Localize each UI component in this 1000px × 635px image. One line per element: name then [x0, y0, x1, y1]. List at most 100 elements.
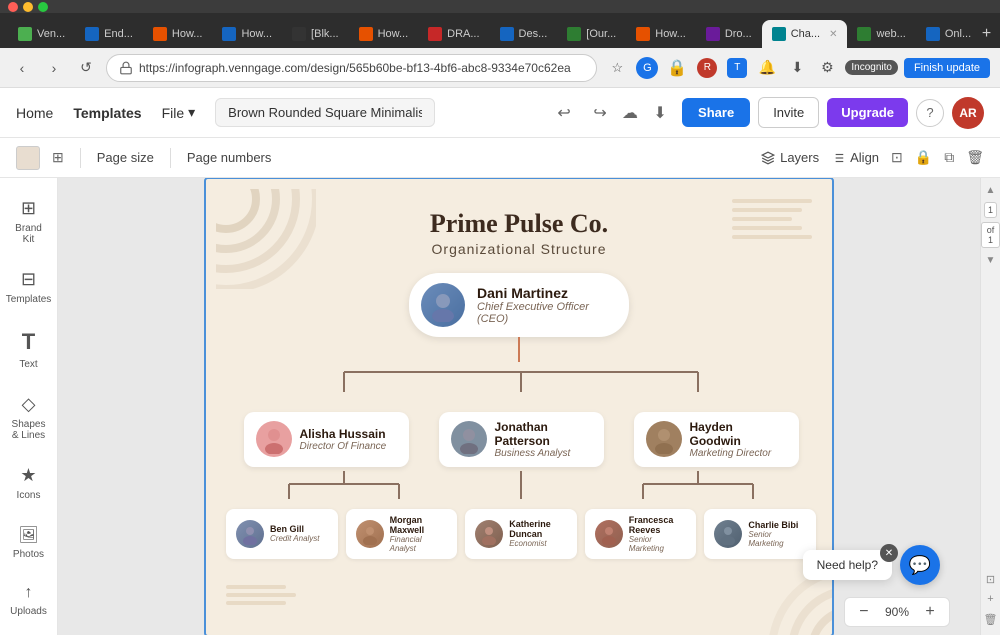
level2-row: Alisha Hussain Director Of Finance [226, 412, 816, 467]
align-button[interactable]: Align [831, 150, 879, 165]
help-button[interactable]: ? [916, 99, 944, 127]
page-current: 1 [984, 202, 997, 218]
profile-icon[interactable]: G [635, 56, 659, 80]
settings-icon[interactable]: ⚙ [815, 56, 839, 80]
zoom-plus-button[interactable]: + [919, 601, 941, 623]
resize-icon[interactable]: ⊡ [891, 149, 903, 166]
tab-our[interactable]: [Our... [557, 20, 626, 48]
deco-arcs [216, 189, 316, 294]
right-trash-icon[interactable]: 🗑 [983, 611, 999, 627]
tab-web[interactable]: web... [847, 20, 915, 48]
katherine-avatar [475, 520, 503, 548]
help-text-container: Need help? ✕ [803, 550, 892, 580]
page-size-label[interactable]: Page size [97, 150, 154, 165]
minimize-dot[interactable] [23, 2, 33, 12]
tab-onl[interactable]: Onl... [916, 20, 981, 48]
new-tab-button[interactable]: + [981, 20, 992, 48]
hayden-name: Hayden Goodwin [690, 420, 787, 448]
sidebar-item-shapes[interactable]: ◇ Shapes & Lines [5, 386, 53, 449]
copy-icon[interactable]: ⧉ [944, 149, 954, 166]
extension-icon3[interactable]: T [725, 56, 749, 80]
tab-how4[interactable]: How... [626, 20, 696, 48]
tab-dra[interactable]: DRA... [418, 20, 489, 48]
tab-blk[interactable]: [Blk... [282, 20, 349, 48]
forward-button[interactable]: › [42, 56, 66, 80]
jonathan-title: Business Analyst [495, 448, 592, 459]
org-chart-canvas[interactable]: Prime Pulse Co. Organizational Structure… [204, 178, 834, 635]
sidebar-item-templates[interactable]: ⊟ Templates [5, 261, 53, 313]
delete-icon[interactable]: 🗑 [966, 149, 984, 166]
tab-des[interactable]: Des... [490, 20, 558, 48]
canvas-area[interactable]: Prime Pulse Co. Organizational Structure… [58, 178, 980, 635]
color-picker[interactable] [16, 146, 40, 170]
morgan-info: Morgan Maxwell Financial Analyst [390, 515, 448, 553]
sidebar-item-icons[interactable]: ★ Icons [5, 457, 53, 509]
url-bar[interactable]: https://infograph.venngage.com/design/56… [106, 54, 597, 82]
card-morgan[interactable]: Morgan Maxwell Financial Analyst [346, 509, 458, 559]
doc-title-input[interactable] [215, 98, 435, 127]
scroll-down-button[interactable]: ▼ [983, 252, 999, 268]
francesca-avatar [595, 520, 623, 548]
user-avatar[interactable]: AR [952, 97, 984, 129]
extension-icon2[interactable]: R [695, 56, 719, 80]
grid-icon[interactable]: ⊞ [52, 149, 64, 166]
download-button[interactable]: ⬇ [646, 99, 674, 127]
ceo-title: Chief Executive Officer (CEO) [477, 301, 609, 325]
scroll-up-button[interactable]: ▲ [983, 182, 999, 198]
sidebar-item-uploads[interactable]: ↑ Uploads [5, 576, 53, 625]
extension-icon4[interactable]: 🔔 [755, 56, 779, 80]
right-copy-icon[interactable]: ⊡ [983, 571, 999, 587]
card-francesca[interactable]: Francesca Reeves Senior Marketing [585, 509, 697, 559]
nav-file[interactable]: File ▾ [162, 104, 196, 121]
address-bar: ‹ › ↺ https://infograph.venngage.com/des… [0, 48, 1000, 88]
card-katherine[interactable]: Katherine Duncan Economist [465, 509, 577, 559]
help-close-button[interactable]: ✕ [880, 544, 898, 562]
nav-templates[interactable]: Templates [73, 105, 141, 121]
left-sidebar: ⊞ Brand Kit ⊟ Templates T Text ◇ Shapes … [0, 178, 58, 635]
nav-home[interactable]: Home [16, 105, 53, 121]
upgrade-button[interactable]: Upgrade [827, 98, 908, 127]
card-charlie[interactable]: Charlie Bibi Senior Marketing [704, 509, 816, 559]
close-dot[interactable] [8, 2, 18, 12]
finish-update-button[interactable]: Finish update [904, 58, 990, 78]
tab-dro[interactable]: Dro... [696, 20, 762, 48]
right-add-icon[interactable]: + [983, 591, 999, 607]
sync-icon[interactable]: ☁ [622, 103, 638, 123]
sidebar-brand-kit-label: Brand Kit [11, 223, 47, 245]
bookmark-icon[interactable]: ☆ [605, 56, 629, 80]
card-jonathan[interactable]: Jonathan Patterson Business Analyst [439, 412, 604, 467]
tab-ven[interactable]: Ven... [8, 20, 75, 48]
sidebar-item-text[interactable]: T Text [5, 321, 53, 378]
tab-how3[interactable]: How... [349, 20, 419, 48]
maximize-dot[interactable] [38, 2, 48, 12]
tab-cha-active[interactable]: Cha... ✕ [762, 20, 848, 48]
page-numbers-label[interactable]: Page numbers [187, 150, 272, 165]
zoom-minus-button[interactable]: − [853, 601, 875, 623]
redo-button[interactable]: ↪ [586, 99, 614, 127]
sidebar-item-brand-kit[interactable]: ⊞ Brand Kit [5, 190, 53, 253]
undo-button[interactable]: ↩ [550, 99, 578, 127]
extension-icon1[interactable]: 🔒 [665, 56, 689, 80]
layers-button[interactable]: Layers [761, 150, 819, 165]
tab-how1[interactable]: How... [143, 20, 213, 48]
alisha-title: Director Of Finance [300, 441, 387, 452]
download-icon[interactable]: ⬇ [785, 56, 809, 80]
card-alisha[interactable]: Alisha Hussain Director Of Finance [244, 412, 409, 467]
tab-how2[interactable]: How... [212, 20, 282, 48]
chat-icon-button[interactable]: 💬 [900, 545, 940, 585]
card-hayden[interactable]: Hayden Goodwin Marketing Director [634, 412, 799, 467]
share-button[interactable]: Share [682, 98, 750, 127]
lock-tool-icon[interactable]: 🔒 [915, 149, 932, 166]
help-text-box: Need help? [803, 550, 892, 580]
card-ben[interactable]: Ben Gill Credit Analyst [226, 509, 338, 559]
katherine-name: Katherine Duncan [509, 519, 567, 539]
ceo-card[interactable]: Dani Martinez Chief Executive Officer (C… [409, 273, 629, 337]
align-icon [831, 151, 845, 165]
invite-button[interactable]: Invite [758, 97, 819, 128]
tab-end[interactable]: End... [75, 20, 143, 48]
sidebar-item-photos[interactable]: 🖼 Photos [5, 517, 53, 568]
jonathan-name: Jonathan Patterson [495, 420, 592, 448]
back-button[interactable]: ‹ [10, 56, 34, 80]
uploads-icon: ↑ [25, 584, 33, 602]
reload-button[interactable]: ↺ [74, 56, 98, 80]
